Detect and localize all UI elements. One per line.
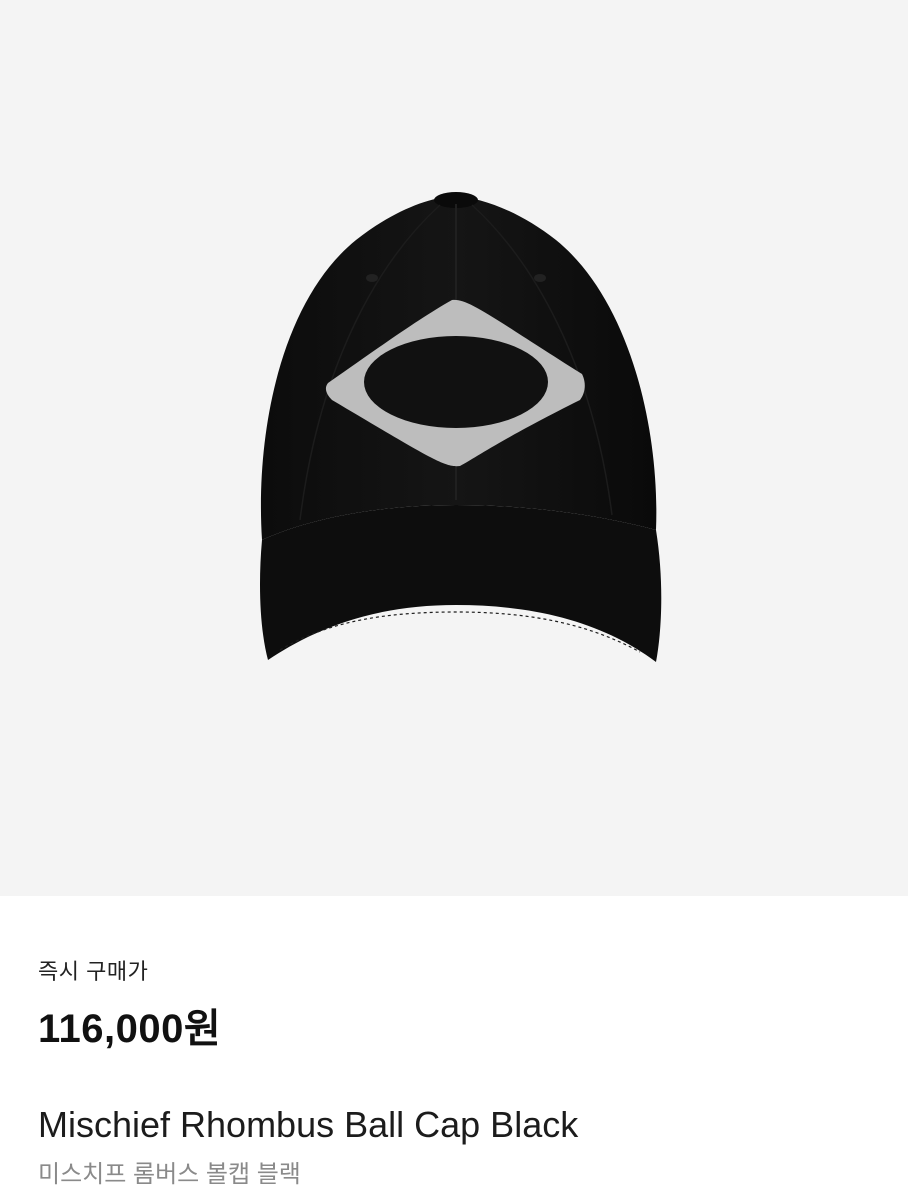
price-label: 즉시 구매가 [38,959,149,984]
cap-eyelet [366,274,378,282]
product-name[interactable]: Mischief Rhombus Ball Cap Black [38,1104,578,1146]
product-page: 즉시 구매가 116,000원 Mischief Rhombus Ball Ca… [0,0,908,1200]
cap-brim [260,505,662,662]
product-name-korean: 미스치프 롬버스 볼캡 블랙 [38,1161,301,1188]
cap-eyelet [534,274,546,282]
price-value: 116,000원 [38,1007,222,1051]
ball-cap-illustration [260,192,662,662]
rhombus-logo-center [364,336,548,428]
product-image[interactable] [0,0,908,896]
